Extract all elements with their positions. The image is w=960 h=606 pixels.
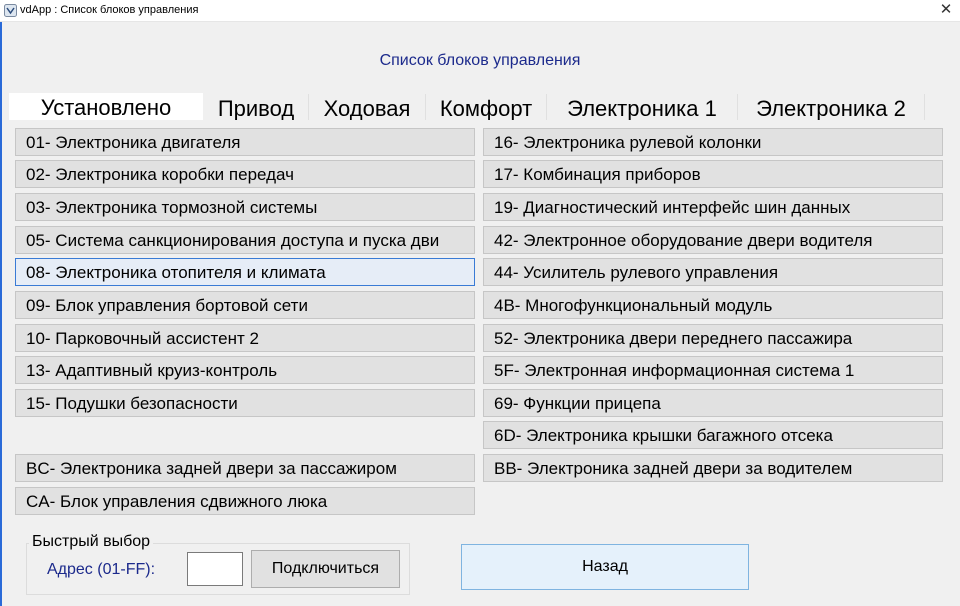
tab-installed[interactable]: Установлено <box>9 93 203 121</box>
module-button-05[interactable]: 05- Система санкционирования доступа и п… <box>15 226 475 254</box>
module-button-42[interactable]: 42- Электронное оборудование двери водит… <box>483 226 943 254</box>
tab-chassis[interactable]: Ходовая <box>309 94 426 120</box>
module-button-09[interactable]: 09- Блок управления бортовой сети <box>15 291 475 319</box>
tab-comfort[interactable]: Комфорт <box>426 94 547 120</box>
module-button-02[interactable]: 02- Электроника коробки передач <box>15 160 475 188</box>
module-button-16[interactable]: 16- Электроника рулевой колонки <box>483 128 943 156</box>
window-title: vdApp : Список блоков управления <box>20 4 199 16</box>
tab-electronics-2[interactable]: Электроника 2 <box>738 94 925 120</box>
module-button-5f[interactable]: 5F- Электронная информационная система 1 <box>483 356 943 384</box>
window-edge <box>0 22 2 606</box>
address-label: Адрес (01-FF): <box>47 561 156 578</box>
module-button-13[interactable]: 13- Адаптивный круиз-контроль <box>15 356 475 384</box>
module-button-4b[interactable]: 4B- Многофункциональный модуль <box>483 291 943 319</box>
back-button[interactable]: Назад <box>461 544 749 590</box>
module-button-ca[interactable]: CA- Блок управления сдвижного люка <box>15 487 475 515</box>
module-button-bb[interactable]: BB- Электроника задней двери за водителе… <box>483 454 943 482</box>
address-input[interactable] <box>187 552 243 586</box>
page-title: Список блоков управления <box>379 52 581 69</box>
tab-electronics-1[interactable]: Электроника 1 <box>547 94 738 120</box>
quick-select-title: Быстрый выбор <box>29 533 154 551</box>
module-button-69[interactable]: 69- Функции прицепа <box>483 389 943 417</box>
module-button-19[interactable]: 19- Диагностический интерфейс шин данных <box>483 193 943 221</box>
module-button-10[interactable]: 10- Парковочный ассистент 2 <box>15 324 475 352</box>
app-icon <box>4 4 17 17</box>
module-button-44[interactable]: 44- Усилитель рулевого управления <box>483 258 943 286</box>
title-bar: vdApp : Список блоков управления ✕ <box>0 0 960 22</box>
module-button-52[interactable]: 52- Электроника двери переднего пассажир… <box>483 324 943 352</box>
module-button-6d[interactable]: 6D- Электроника крышки багажного отсека <box>483 421 943 449</box>
connect-button[interactable]: Подключиться <box>251 550 400 588</box>
close-icon[interactable]: ✕ <box>932 0 960 21</box>
module-button-bc[interactable]: BC- Электроника задней двери за пассажир… <box>15 454 475 482</box>
module-button-01[interactable]: 01- Электроника двигателя <box>15 128 475 156</box>
tab-drive[interactable]: Привод <box>204 94 309 120</box>
module-button-15[interactable]: 15- Подушки безопасности <box>15 389 475 417</box>
module-button-17[interactable]: 17- Комбинация приборов <box>483 160 943 188</box>
module-button-03[interactable]: 03- Электроника тормозной системы <box>15 193 475 221</box>
module-button-08[interactable]: 08- Электроника отопителя и климата <box>15 258 475 286</box>
